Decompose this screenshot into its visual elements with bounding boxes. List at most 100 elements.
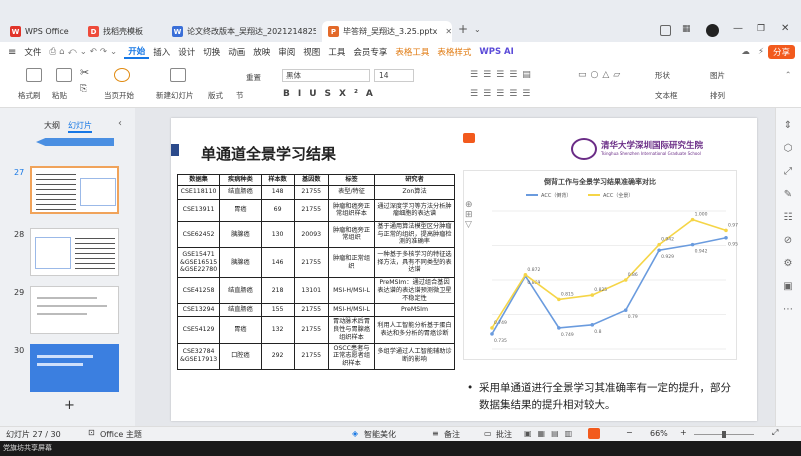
menu-member[interactable]: 会员专享 bbox=[349, 46, 391, 58]
quick-access-icons[interactable]: ⎙⌂⤺⌄↶↷⌄ bbox=[45, 47, 124, 57]
comment-button[interactable]: 批注 bbox=[496, 429, 512, 440]
menu-table-tools[interactable]: 表格工具 bbox=[391, 46, 433, 58]
arrange-button[interactable]: 排列 bbox=[710, 90, 725, 101]
slide-thumbnail-28[interactable] bbox=[30, 228, 119, 276]
slide-thumbnail-30[interactable] bbox=[30, 344, 119, 392]
side-tool-icons[interactable]: ⇕ ⬡ ⤢ ✎ ☷ ⊘ ⚙ ▣ ⋯ bbox=[783, 114, 793, 321]
window-layout-icon[interactable] bbox=[660, 25, 671, 36]
from-current-button[interactable]: 当页开始 bbox=[104, 90, 134, 101]
maximize-icon[interactable]: ❐ bbox=[757, 24, 765, 34]
data-label: 0.929 bbox=[661, 254, 674, 260]
paragraph-icons[interactable]: ☰☰☰☰▤ bbox=[470, 70, 536, 80]
share-button[interactable]: 分享 bbox=[767, 45, 795, 59]
align-icons[interactable]: ☰☰☰☰☰ bbox=[470, 89, 535, 99]
table-cell: 21755 bbox=[293, 184, 330, 200]
new-slide-icon[interactable] bbox=[170, 68, 186, 82]
table-row[interactable]: CSE62452 胰腺癌 130 20093 肿瘤和癌旁正常组织 基于通用算法模型区分肿瘤… bbox=[176, 220, 455, 249]
tab-template[interactable]: D 找稻壳模板 bbox=[82, 21, 160, 42]
zoom-in-icon[interactable]: + bbox=[680, 428, 687, 437]
menu-transition[interactable]: 切换 bbox=[199, 46, 224, 58]
menu-wps-ai[interactable]: WPS AI bbox=[475, 47, 517, 57]
avatar[interactable] bbox=[706, 24, 719, 37]
paste-button[interactable]: 粘贴 bbox=[52, 90, 67, 101]
menu-animation[interactable]: 动画 bbox=[224, 46, 249, 58]
table-cell: 21755 bbox=[293, 342, 330, 370]
font-name-select[interactable]: 黑体 bbox=[282, 69, 370, 82]
zoom-out-icon[interactable]: − bbox=[626, 428, 633, 437]
section-button[interactable]: 节 bbox=[236, 90, 244, 101]
thumbnail-banner bbox=[36, 138, 114, 146]
close-icon[interactable]: ✕ bbox=[445, 27, 452, 36]
collapse-panel-icon[interactable]: ‹ bbox=[118, 118, 122, 129]
slide-thumbnail-27[interactable] bbox=[30, 166, 119, 214]
table-row[interactable]: CSE13911 胃癌 69 21755 肿瘤和癌旁正常组织样本 通过深度学习等方法分析肿… bbox=[176, 198, 455, 222]
menu-slideshow[interactable]: 放映 bbox=[249, 46, 274, 58]
menu-table-style[interactable]: 表格样式 bbox=[433, 46, 475, 58]
hamburger-icon[interactable]: ≡ bbox=[4, 47, 20, 58]
chart-panel[interactable]: 倒背工作与全景学习结果准确率对比 ACC（倒背） 0.735 0.869 0.749 0… bbox=[463, 170, 738, 360]
slide-thumbnail-29[interactable] bbox=[30, 286, 119, 334]
new-slide-button[interactable]: 新建幻灯片 bbox=[156, 90, 194, 101]
shape-button[interactable]: 形状 bbox=[655, 70, 670, 81]
text-format-icons[interactable]: BIUSX²A bbox=[283, 89, 381, 99]
textbox-button[interactable]: 文本框 bbox=[655, 90, 678, 101]
play-icon[interactable] bbox=[114, 68, 130, 82]
menu-design[interactable]: 设计 bbox=[174, 46, 199, 58]
chart-toolbar-icons[interactable]: ⊕ ⊞ ▽ bbox=[465, 200, 473, 230]
notes-button[interactable]: 备注 bbox=[444, 429, 460, 440]
tab-thesis-doc[interactable]: W 论文终改版本_吴翔达_2021214825 bbox=[166, 21, 316, 42]
layout-button[interactable]: 版式 bbox=[208, 90, 223, 101]
tab-pptx[interactable]: P 毕答辩_吴翔达_3.25.pptx ✕ bbox=[322, 21, 452, 42]
font-size-select[interactable]: 14 bbox=[374, 69, 414, 82]
new-tab-icon[interactable]: + bbox=[458, 22, 468, 36]
lightning-icon[interactable]: ⚡ bbox=[754, 47, 768, 57]
shape-palette-icons[interactable]: ▭○△▱ bbox=[578, 70, 624, 80]
tab-label: 毕答辩_吴翔达_3.25.pptx bbox=[343, 27, 438, 36]
table-row[interactable]: CSE32784 &GSE17913 口腔癌 292 21755 OSCC患者与正常志愿… bbox=[176, 342, 455, 370]
menu-review[interactable]: 审阅 bbox=[274, 46, 299, 58]
bullet-text[interactable]: • 采用单通道进行全景学习其准确率有一定的提升，部分数据集结果的提升相对较大。 bbox=[467, 380, 737, 414]
zoom-level[interactable]: 66% bbox=[650, 429, 668, 438]
thumbnail-table bbox=[75, 237, 115, 269]
format-painter-icon[interactable] bbox=[26, 68, 42, 82]
fit-window-icon[interactable]: ⤢ bbox=[772, 428, 778, 438]
table-row[interactable]: CSE54129 胃癌 132 21755 胃动脉术后胃良性与胃腺癌组织样本 利用人工智能… bbox=[176, 316, 455, 344]
slide-thumbnail-26[interactable] bbox=[30, 132, 119, 154]
menu-view[interactable]: 视图 bbox=[299, 46, 324, 58]
bullet-content: 采用单通道进行全景学习其准确率有一定的提升，部分数据集结果的提升相对较大。 bbox=[479, 382, 731, 411]
picture-button[interactable]: 图片 bbox=[710, 70, 725, 81]
format-painter-button[interactable]: 格式刷 bbox=[18, 90, 41, 101]
reset-button[interactable]: 重置 bbox=[246, 72, 261, 83]
chevron-down-icon[interactable]: ⌄ bbox=[474, 25, 481, 34]
copy-icon[interactable]: ⎘ bbox=[80, 84, 87, 94]
chart-panel-badge bbox=[463, 133, 475, 143]
cut-icon[interactable]: ✂ bbox=[80, 66, 89, 79]
collapse-ribbon-icon[interactable]: ⌃ bbox=[785, 70, 791, 79]
table-row[interactable]: CSE41258 结直肠癌 218 13101 MSI-H/MSI-L PreMSIm：通… bbox=[176, 276, 455, 305]
page-title[interactable]: 单通道全景学习结果 bbox=[201, 143, 336, 164]
dataset-table[interactable]: 数据集 疾病种类 样本数 基因数 标签 研究者 CSE118110 结直肠癌 148… bbox=[176, 174, 455, 370]
zoom-slider-handle[interactable] bbox=[722, 431, 726, 438]
table-row[interactable]: CSE13294 结直肠癌 155 21755 MSI-H/MSI-L PreMSIm bbox=[176, 303, 455, 318]
menu-file[interactable]: 文件 bbox=[20, 46, 45, 58]
menu-insert[interactable]: 插入 bbox=[149, 46, 174, 58]
tab-outline[interactable]: 大纲 bbox=[44, 120, 60, 131]
grid-icon[interactable]: ▦ bbox=[682, 24, 691, 34]
tab-wps-office[interactable]: W WPS Office bbox=[4, 21, 72, 42]
table-cell: Zon算法 bbox=[374, 184, 455, 200]
paste-icon[interactable] bbox=[56, 68, 72, 82]
menu-home[interactable]: 开始 bbox=[124, 45, 150, 59]
play-slideshow-button[interactable] bbox=[588, 428, 600, 439]
table-row[interactable]: GSE15471 &GSE16515 &GSE22780 胰腺癌 146 21755 肿… bbox=[176, 247, 455, 278]
menu-tools[interactable]: 工具 bbox=[324, 46, 349, 58]
add-slide-icon[interactable]: + bbox=[64, 398, 75, 413]
table-row[interactable]: CSE118110 结直肠癌 148 21755 表型/特征 Zon算法 bbox=[176, 184, 455, 200]
beautify-button[interactable]: 智能美化 bbox=[364, 429, 396, 440]
close-window-icon[interactable]: ✕ bbox=[781, 23, 789, 34]
minimize-icon[interactable]: — bbox=[733, 23, 743, 34]
data-point bbox=[623, 308, 628, 312]
view-mode-icons[interactable]: ▣▦▤▥ bbox=[524, 429, 578, 438]
table-cell: 表型/特征 bbox=[328, 184, 375, 200]
cloud-icon[interactable]: ☁ bbox=[738, 47, 755, 57]
theme-label[interactable]: Office 主题 bbox=[100, 429, 142, 440]
